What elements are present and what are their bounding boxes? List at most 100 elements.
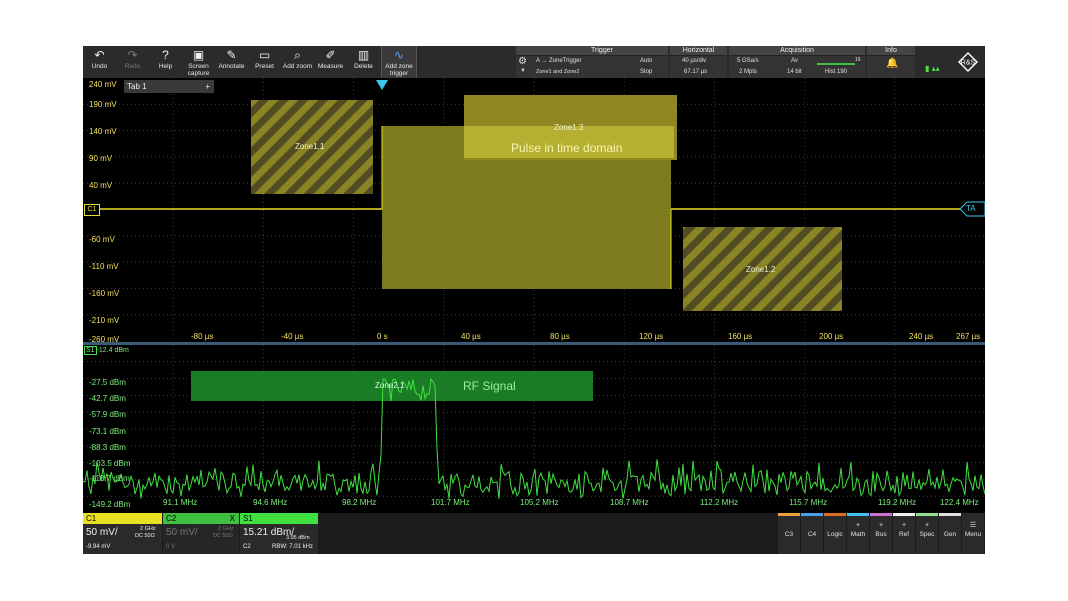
button-label: Gen (943, 531, 957, 538)
close-c2-icon[interactable]: X (230, 513, 235, 524)
button-ref[interactable]: + Ref (893, 513, 915, 554)
signal-s1-name: S1 (240, 513, 318, 524)
add-tab-button[interactable]: + (205, 80, 210, 93)
rohde-schwarz-logo: R&S (958, 52, 978, 72)
sample-rate: 5 GSa/s (737, 58, 759, 64)
rf-annotation-text: RF Signal (463, 379, 516, 393)
zone-1-3-label: Zone1.3 (554, 123, 584, 132)
measure-label: Measure (317, 63, 344, 70)
button-c3[interactable]: C3 (778, 513, 800, 554)
button-color-bar (939, 513, 961, 516)
channel-c2-box[interactable]: C2 X 50 mV/ 2 GHz DC 50Ω 0 V (163, 513, 239, 554)
channel-bar: C1 50 mV/ 2 GHz DC 50Ω -9.94 mV C2 X 50 m… (83, 513, 985, 554)
y-label: -73.1 dBm (89, 427, 126, 436)
undo-icon: ↶ (94, 48, 105, 62)
y-label: -57.9 dBm (89, 410, 126, 419)
plus-icon: + (924, 522, 930, 529)
x-label: 80 µs (550, 332, 570, 341)
trigger-panel[interactable]: Trigger ⚙ ▼ A → ZoneTrigger Zone1 and Zo… (516, 46, 668, 78)
y-label: -149.2 dBm (89, 500, 131, 509)
add-zoom-label: Add zoom (282, 63, 313, 70)
add-zone-trigger-label: Add zone trigger (385, 63, 413, 77)
channel-c1-box[interactable]: C1 50 mV/ 2 GHz DC 50Ω -9.94 mV (83, 513, 162, 554)
button-spec[interactable]: + Spec (916, 513, 938, 554)
help-button[interactable]: ? Help (149, 46, 182, 78)
tab-label: Tab 1 (127, 82, 147, 91)
button-label: C4 (807, 531, 817, 538)
trigger-position-marker[interactable] (376, 80, 388, 90)
zone-1-1-label: Zone1.1 (295, 142, 325, 151)
button-bus[interactable]: + Bus (870, 513, 892, 554)
x-label: -80 µs (191, 332, 214, 341)
channel-c2-name: C2 (166, 514, 177, 523)
button-label: C3 (784, 531, 794, 538)
screen-capture-button[interactable]: ▣ Screen capture (182, 46, 215, 78)
button-menu[interactable]: ☰ Menu (962, 513, 984, 554)
signal-s1-box[interactable]: S1 15.21 dBm/ 3.95 dBm C2 RBW: 7.01 kHz (240, 513, 318, 554)
zone-trigger-icon: ∿ (393, 48, 405, 62)
oscilloscope-screen: ↶ Undo ↷ Redo ? Help ▣ Screen capture ✎ Annot… (83, 46, 985, 554)
channel-c1-marker[interactable]: C1 (84, 204, 100, 216)
measure-button[interactable]: ✐ Measure (314, 46, 347, 78)
horizontal-position: 67.17 µs (684, 69, 708, 75)
x-label: 120 µs (639, 332, 664, 341)
button-color-bar (847, 513, 869, 516)
frequency-domain-diagram[interactable]: S1 -12.4 dBm -27.5 dBm -42.7 dBm -57.9 dB… (83, 345, 985, 513)
add-zoom-button[interactable]: ⌕ Add zoom (281, 46, 314, 78)
tab-1[interactable]: Tab 1 + (124, 80, 214, 93)
button-logic[interactable]: Logic (824, 513, 846, 554)
time-domain-diagram[interactable]: Tab 1 + 240 mV 190 mV 140 mV 90 mV 40 mV… (83, 78, 985, 344)
button-c4[interactable]: C4 (801, 513, 823, 554)
horizontal-title: Horizontal (670, 46, 727, 56)
x-label: 108.7 MHz (610, 498, 649, 507)
y-label: -103.5 dBm (89, 459, 131, 468)
plus-icon: + (855, 522, 861, 529)
button-color-bar (962, 513, 984, 516)
y-label: -160 mV (89, 289, 120, 298)
redo-button[interactable]: ↷ Redo (116, 46, 149, 78)
record-length: 2 Mpts (739, 69, 758, 75)
trigger-source: A → ZoneTrigger (536, 58, 582, 64)
button-color-bar (778, 513, 800, 516)
toolbar: ↶ Undo ↷ Redo ? Help ▣ Screen capture ✎ Annot… (83, 46, 985, 78)
y-label: 40 mV (89, 181, 113, 190)
plus-icon: + (901, 522, 907, 529)
preset-button[interactable]: ▭ Preset (248, 46, 281, 78)
button-color-bar (801, 513, 823, 516)
horizontal-panel[interactable]: Horizontal 40 µs/div 67.17 µs (670, 46, 727, 78)
x-label: 240 µs (909, 332, 934, 341)
preset-icon: ▭ (258, 48, 271, 62)
x-label: 115.7 MHz (789, 498, 828, 507)
network-status-icon: ▮ ▴▴ (925, 64, 940, 73)
delete-label: Delete (354, 63, 373, 70)
x-label: 160 µs (728, 332, 753, 341)
add-zone-trigger-button[interactable]: ∿ Add zone trigger (381, 46, 417, 78)
x-label: 91.1 MHz (163, 498, 198, 507)
measure-icon: ✐ (325, 48, 336, 62)
button-label: Ref (898, 531, 910, 538)
trigger-condition: Zone1 and Zone2 (536, 69, 580, 75)
info-panel[interactable]: Info 🔔 (867, 46, 915, 78)
button-math[interactable]: + Math (847, 513, 869, 554)
signal-s1-marker[interactable]: S1 -12.4 dBm (84, 346, 129, 355)
undo-button[interactable]: ↶ Undo (83, 46, 116, 78)
chevron-down-icon[interactable]: ▼ (520, 68, 526, 74)
button-gen[interactable]: Gen (939, 513, 961, 554)
annotate-button[interactable]: ✎ Annotate (215, 46, 248, 78)
y-label: -12.4 dBm (96, 347, 129, 354)
delete-button[interactable]: ▥ Delete (347, 46, 380, 78)
gear-icon[interactable]: ⚙ (518, 56, 527, 67)
acquisition-title: Acquisition (729, 46, 865, 56)
x-label: 101.7 MHz (431, 498, 470, 507)
button-color-bar (870, 513, 892, 516)
c2-scale: 50 mV/ (166, 527, 198, 538)
y-label: 190 mV (89, 100, 117, 109)
redo-label: Redo (124, 63, 141, 70)
button-color-bar (824, 513, 846, 516)
y-label: -210 mV (89, 316, 120, 325)
bell-icon: 🔔 (886, 58, 899, 69)
acquisition-panel[interactable]: Acquisition 5 GSa/s 2 Mpts Av 14 bit 16 … (729, 46, 865, 78)
s1-source: C2 (243, 544, 251, 550)
y-label: -60 mV (89, 235, 115, 244)
menu-icon: ☰ (969, 522, 977, 529)
